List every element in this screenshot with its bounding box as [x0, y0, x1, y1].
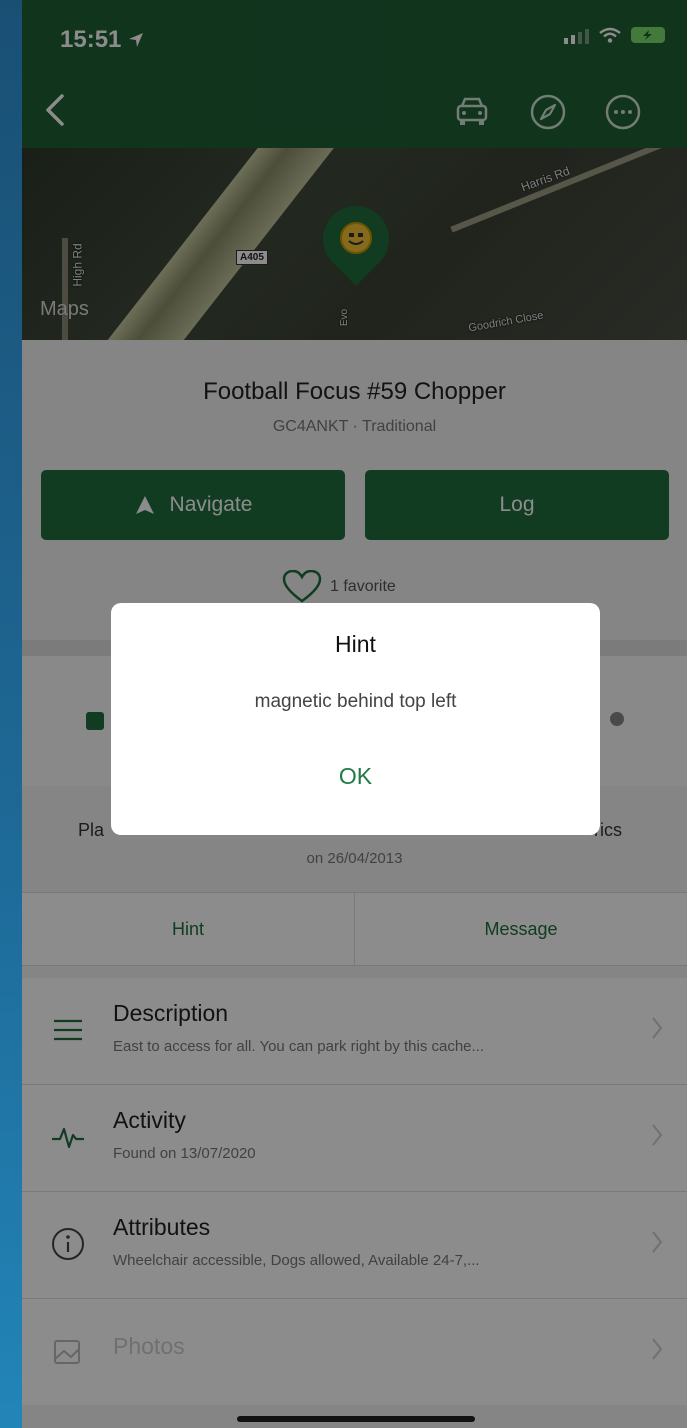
ok-button[interactable]: OK: [111, 763, 600, 790]
dialog-title: Hint: [335, 631, 376, 657]
background-edge: [0, 0, 22, 1428]
dialog-message: magnetic behind top left: [254, 691, 457, 712]
app-screen: 15:51 High Rd Harris Rd A405 Evo Goodric…: [22, 0, 687, 1428]
hint-dialog: Hint magnetic behind top left OK: [111, 603, 600, 835]
